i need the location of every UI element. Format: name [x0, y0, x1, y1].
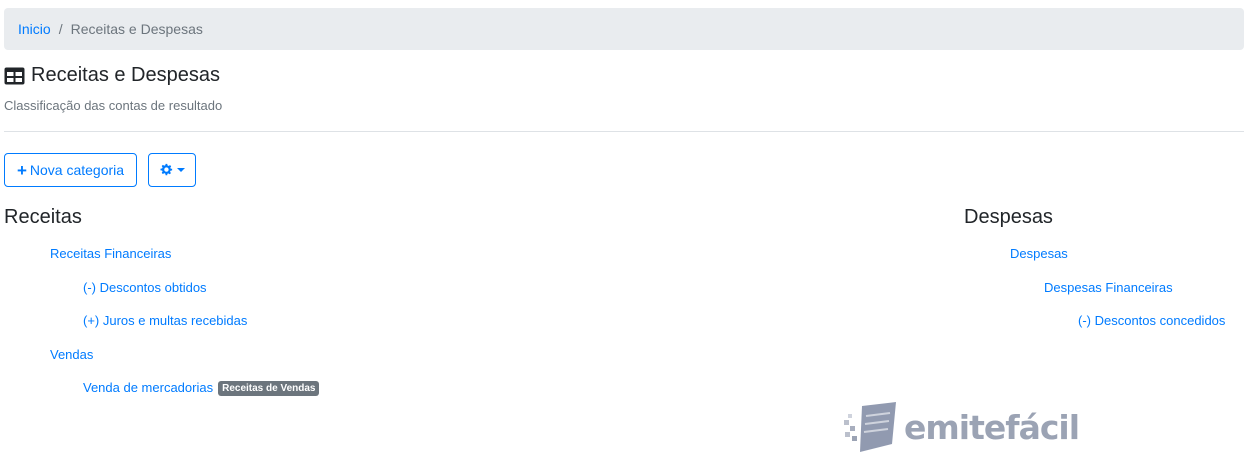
page-subtitle: Classificação das contas de resultado [4, 98, 223, 113]
tree-item-venda-mercadorias[interactable]: Venda de mercadorias [83, 380, 213, 395]
new-category-label: Nova categoria [29, 162, 125, 178]
breadcrumb-separator: / [58, 21, 63, 37]
tree-item-receitas-financeiras[interactable]: Receitas Financeiras [50, 246, 171, 261]
document-logo-icon [844, 402, 896, 452]
tree-item-venda-mercadorias-row: Venda de mercadorias Receitas de Vendas [83, 380, 320, 396]
divider [4, 131, 1244, 132]
tree-item-despesas-financeiras[interactable]: Despesas Financeiras [1044, 280, 1173, 295]
gear-icon [160, 163, 173, 176]
breadcrumb-home-link[interactable]: Inicio [18, 21, 51, 37]
tree-item-descontos-obtidos[interactable]: (-) Descontos obtidos [83, 280, 207, 295]
despesas-title: Despesas [964, 206, 1053, 228]
breadcrumb: Inicio / Receitas e Despesas [4, 8, 1244, 50]
table-icon [4, 67, 25, 84]
plus-icon: + [16, 160, 27, 180]
new-category-button[interactable]: + Nova categoria [4, 153, 137, 187]
tree-item-vendas[interactable]: Vendas [50, 347, 93, 362]
status-badge: Receitas de Vendas [218, 381, 320, 396]
emitefacil-watermark: emitefácil [840, 400, 1080, 454]
tree-item-descontos-concedidos[interactable]: (-) Descontos concedidos [1078, 313, 1225, 328]
tree-item-juros-multas[interactable]: (+) Juros e multas recebidas [83, 313, 247, 328]
page-title: Receitas e Despesas [4, 64, 220, 87]
receitas-title: Receitas [4, 206, 82, 228]
watermark-text: emitefácil [904, 407, 1080, 447]
page-title-text: Receitas e Despesas [31, 64, 220, 86]
breadcrumb-current: Receitas e Despesas [70, 21, 203, 37]
caret-down-icon [177, 168, 185, 172]
settings-dropdown-button[interactable] [148, 153, 196, 187]
tree-item-despesas[interactable]: Despesas [1010, 246, 1068, 261]
